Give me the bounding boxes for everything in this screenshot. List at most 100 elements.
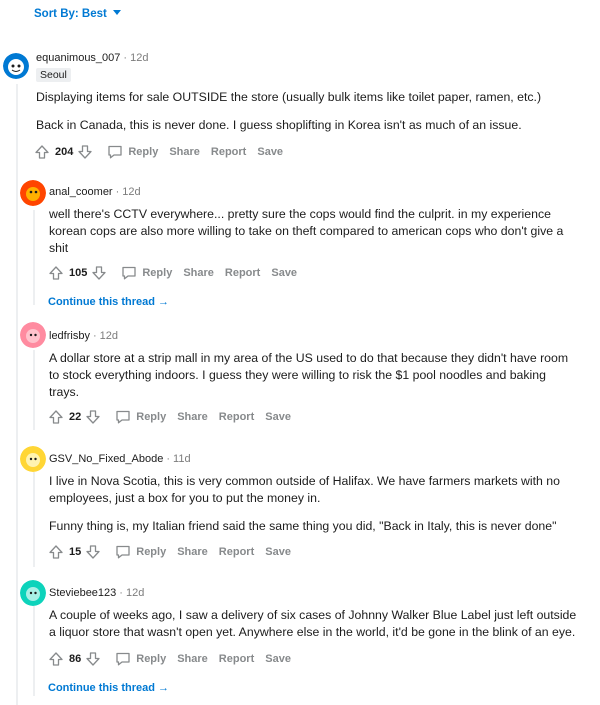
downvote-icon[interactable] <box>85 651 101 667</box>
upvote-icon[interactable] <box>48 544 64 560</box>
reply-button[interactable]: Reply <box>115 652 166 666</box>
report-button[interactable]: Report <box>225 267 260 279</box>
comment-meta: GSV_No_Fixed_Abode · 11d <box>49 453 191 465</box>
vote-count: 204 <box>55 146 74 158</box>
reply-button[interactable]: Reply <box>115 545 166 559</box>
user-avatar-icon <box>20 580 46 606</box>
sort-label: Sort By: Best <box>34 8 107 20</box>
thread-line[interactable] <box>33 472 35 567</box>
downvote-icon[interactable] <box>85 409 101 425</box>
comment-bubble-icon <box>116 410 130 424</box>
timestamp[interactable]: 12d <box>122 186 140 198</box>
timestamp[interactable]: 12d <box>130 52 148 64</box>
username[interactable]: GSV_No_Fixed_Abode <box>49 453 163 465</box>
comment-body: A dollar store at a strip mall in my are… <box>49 350 579 401</box>
save-button[interactable]: Save <box>271 267 297 279</box>
user-avatar-icon <box>3 53 29 79</box>
comment-meta: equanimous_007 · 12d <box>36 52 148 64</box>
separator-dot: · <box>92 330 97 342</box>
user-flair: Seoul <box>36 68 71 82</box>
avatar[interactable] <box>20 322 46 348</box>
separator-dot: · <box>123 52 128 64</box>
reply-label: Reply <box>136 546 167 558</box>
comment-paragraph: Funny thing is, my Italian friend said t… <box>49 519 557 533</box>
username[interactable]: ledfrisby <box>49 330 90 342</box>
reply-label: Reply <box>136 411 167 423</box>
comment-bubble-icon <box>108 145 123 159</box>
separator-dot: · <box>115 186 120 198</box>
upvote-icon[interactable] <box>48 265 64 281</box>
report-button[interactable]: Report <box>211 146 246 158</box>
comment-bubble-icon <box>116 545 130 559</box>
comment-actions: 204 Reply Share Report Save <box>34 143 283 161</box>
user-avatar-icon <box>20 322 46 348</box>
thread-line[interactable] <box>33 350 35 430</box>
comment-body: Displaying items for sale OUTSIDE the st… <box>36 89 591 134</box>
sort-dropdown[interactable]: Sort By: Best <box>34 8 121 20</box>
reply-label: Reply <box>128 146 159 158</box>
share-button[interactable]: Share <box>177 546 208 558</box>
thread-line[interactable] <box>16 84 18 705</box>
comment-actions: 15 Reply Share Report Save <box>48 543 291 561</box>
vote-count: 105 <box>69 267 88 279</box>
thread-line[interactable] <box>33 210 35 305</box>
comment-actions: 86 Reply Share Report Save <box>48 650 291 668</box>
vote-count: 15 <box>69 546 82 558</box>
save-button[interactable]: Save <box>265 411 291 423</box>
report-button[interactable]: Report <box>219 653 254 665</box>
arrow-right-icon: → <box>158 682 170 694</box>
share-button[interactable]: Share <box>177 411 208 423</box>
separator-dot: · <box>119 587 123 599</box>
report-button[interactable]: Report <box>219 546 254 558</box>
comment-paragraph: A couple of weeks ago, I saw a delivery … <box>49 608 577 639</box>
username[interactable]: anal_coomer <box>49 186 113 198</box>
comment-paragraph: well there's CCTV everywhere... pretty s… <box>49 207 564 255</box>
save-button[interactable]: Save <box>265 653 291 665</box>
comment-meta: anal_coomer · 12d <box>49 186 141 198</box>
downvote-icon[interactable] <box>85 544 101 560</box>
comment-body: well there's CCTV everywhere... pretty s… <box>49 206 584 257</box>
avatar[interactable] <box>20 180 46 206</box>
downvote-icon[interactable] <box>91 265 107 281</box>
timestamp[interactable]: 11d <box>173 453 191 465</box>
timestamp[interactable]: 12d <box>126 587 144 599</box>
upvote-icon[interactable] <box>48 409 64 425</box>
avatar[interactable] <box>20 446 46 472</box>
comment-body: A couple of weeks ago, I saw a delivery … <box>49 607 584 641</box>
reply-button[interactable]: Reply <box>121 266 172 280</box>
comment-meta: Steviebee123 · 12d <box>49 587 144 599</box>
save-button[interactable]: Save <box>265 546 291 558</box>
share-button[interactable]: Share <box>177 653 208 665</box>
continue-thread-link[interactable]: Continue this thread → <box>48 296 169 308</box>
report-button[interactable]: Report <box>219 411 254 423</box>
reply-button[interactable]: Reply <box>115 410 166 424</box>
comment-paragraph: Back in Canada, this is never done. I gu… <box>36 118 522 132</box>
continue-thread-link[interactable]: Continue this thread → <box>48 682 169 694</box>
username[interactable]: equanimous_007 <box>36 52 120 64</box>
user-avatar-icon <box>20 180 46 206</box>
reply-button[interactable]: Reply <box>107 145 158 159</box>
comment-paragraph: A dollar store at a strip mall in my are… <box>49 351 569 399</box>
thread-line[interactable] <box>33 606 35 696</box>
share-button[interactable]: Share <box>183 267 214 279</box>
username[interactable]: Steviebee123 <box>49 587 116 599</box>
comment-bubble-icon <box>116 652 130 666</box>
comment-paragraph: Displaying items for sale OUTSIDE the st… <box>36 90 542 104</box>
downvote-icon[interactable] <box>77 144 93 160</box>
continue-thread-label: Continue this thread <box>48 682 155 694</box>
upvote-icon[interactable] <box>34 144 50 160</box>
avatar[interactable] <box>3 53 29 79</box>
caret-down-icon <box>112 10 121 15</box>
arrow-right-icon: → <box>158 296 170 308</box>
share-button[interactable]: Share <box>169 146 200 158</box>
save-button[interactable]: Save <box>257 146 283 158</box>
avatar[interactable] <box>20 580 46 606</box>
comment-actions: 22 Reply Share Report Save <box>48 408 291 426</box>
upvote-icon[interactable] <box>48 651 64 667</box>
comment-paragraph: I live in Nova Scotia, this is very comm… <box>49 474 560 505</box>
continue-thread-label: Continue this thread <box>48 296 155 308</box>
timestamp[interactable]: 12d <box>100 330 118 342</box>
separator-dot: · <box>166 453 171 465</box>
vote-count: 22 <box>69 411 82 423</box>
user-avatar-icon <box>20 446 46 472</box>
